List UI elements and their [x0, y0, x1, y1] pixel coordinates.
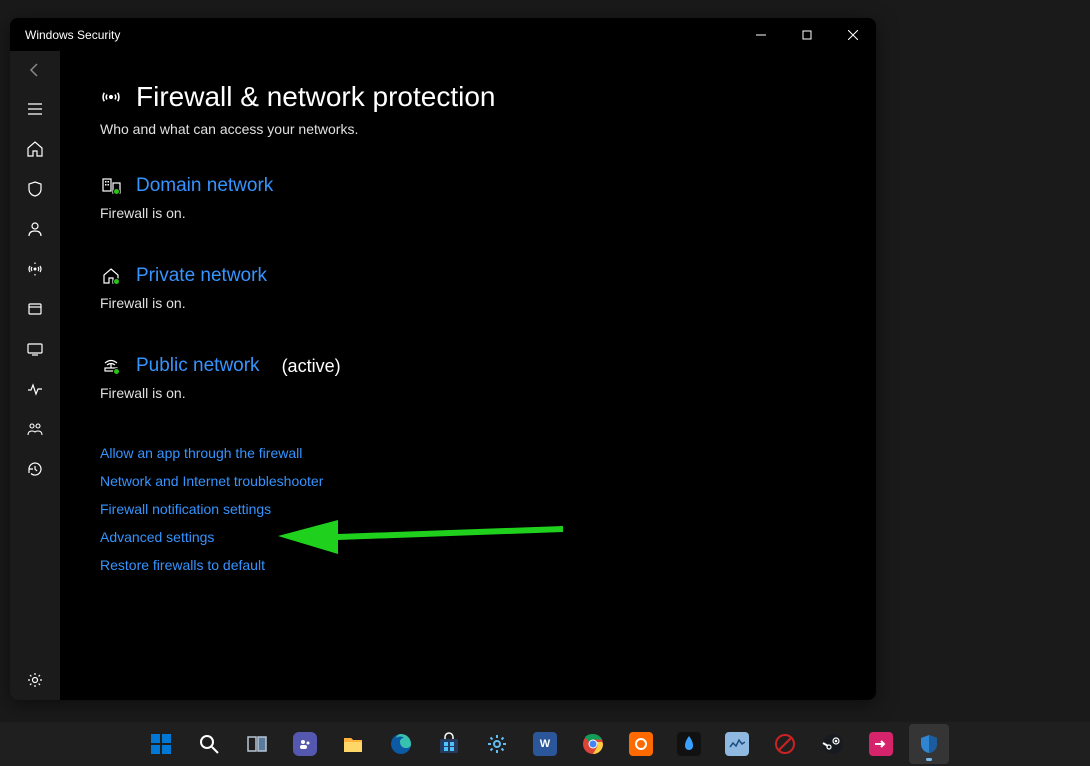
taskbar-app-steam[interactable] [813, 724, 853, 764]
taskbar-app-generic-1[interactable] [621, 724, 661, 764]
firewall-links: Allow an app through the firewall Networ… [100, 445, 846, 573]
taskbar-app-settings[interactable] [477, 724, 517, 764]
private-network-icon [100, 265, 122, 287]
close-button[interactable] [830, 18, 876, 51]
taskbar-app-teams[interactable] [285, 724, 325, 764]
private-network-status: Firewall is on. [100, 295, 846, 311]
page-title: Firewall & network protection [136, 81, 495, 113]
sidebar-item-home[interactable] [10, 129, 60, 169]
status-ok-icon [113, 188, 120, 195]
taskbar-app-generic-4[interactable] [765, 724, 805, 764]
taskbar-app-file-explorer[interactable] [333, 724, 373, 764]
windows-security-window: Windows Security [10, 18, 876, 700]
taskbar-app-edge[interactable] [381, 724, 421, 764]
titlebar: Windows Security [10, 18, 876, 51]
settings-button[interactable] [10, 660, 60, 700]
firewall-notification-settings-link[interactable]: Firewall notification settings [100, 501, 846, 517]
domain-network-section: Domain network Firewall is on. [100, 175, 846, 221]
sidebar-item-virus-protection[interactable] [10, 169, 60, 209]
status-ok-icon [113, 368, 120, 375]
public-network-link[interactable]: Public network [136, 355, 260, 377]
start-button[interactable] [141, 724, 181, 764]
advanced-settings-link[interactable]: Advanced settings [100, 529, 846, 545]
back-button[interactable] [10, 51, 60, 89]
domain-network-status: Firewall is on. [100, 205, 846, 221]
sidebar-item-protection-history[interactable] [10, 449, 60, 489]
domain-network-link[interactable]: Domain network [136, 175, 273, 197]
status-ok-icon [113, 278, 120, 285]
taskbar-app-generic-3[interactable] [717, 724, 757, 764]
page-subtitle: Who and what can access your networks. [100, 121, 846, 137]
sidebar-item-device-performance[interactable] [10, 369, 60, 409]
taskbar-app-word[interactable]: W [525, 724, 565, 764]
sidebar-item-firewall[interactable] [10, 249, 60, 289]
public-network-section: Public network (active) Firewall is on. [100, 355, 846, 401]
maximize-button[interactable] [784, 18, 830, 51]
taskbar-app-chrome[interactable] [573, 724, 613, 764]
content-area: Firewall & network protection Who and wh… [60, 51, 876, 700]
taskbar-app-generic-5[interactable] [861, 724, 901, 764]
sidebar-item-account-protection[interactable] [10, 209, 60, 249]
restore-firewalls-default-link[interactable]: Restore firewalls to default [100, 557, 846, 573]
public-network-icon [100, 355, 122, 377]
active-network-indicator: (active) [282, 356, 341, 377]
taskbar-app-generic-2[interactable] [669, 724, 709, 764]
minimize-button[interactable] [738, 18, 784, 51]
search-button[interactable] [189, 724, 229, 764]
private-network-section: Private network Firewall is on. [100, 265, 846, 311]
sidebar-item-app-browser-control[interactable] [10, 289, 60, 329]
private-network-link[interactable]: Private network [136, 265, 267, 287]
network-troubleshooter-link[interactable]: Network and Internet troubleshooter [100, 473, 846, 489]
taskbar: W [0, 722, 1090, 766]
taskbar-app-microsoft-store[interactable] [429, 724, 469, 764]
sidebar-item-family-options[interactable] [10, 409, 60, 449]
hamburger-menu-button[interactable] [10, 89, 60, 129]
sidebar [10, 51, 60, 700]
taskbar-app-windows-security[interactable] [909, 724, 949, 764]
domain-network-icon [100, 175, 122, 197]
firewall-icon [100, 86, 122, 108]
window-controls [738, 18, 876, 51]
window-title: Windows Security [25, 28, 120, 42]
public-network-status: Firewall is on. [100, 385, 846, 401]
task-view-button[interactable] [237, 724, 277, 764]
sidebar-item-device-security[interactable] [10, 329, 60, 369]
allow-app-through-firewall-link[interactable]: Allow an app through the firewall [100, 445, 846, 461]
